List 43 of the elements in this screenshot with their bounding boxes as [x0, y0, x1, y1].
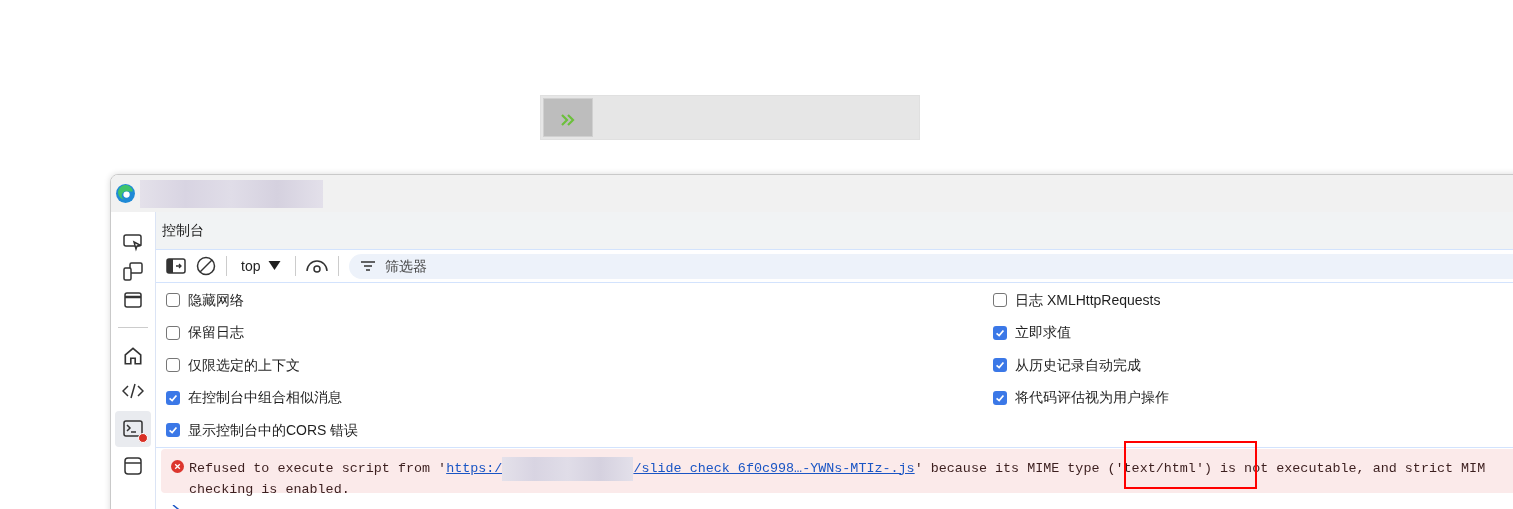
- checkbox[interactable]: [993, 358, 1007, 373]
- sidebar-toggle-icon[interactable]: [166, 258, 186, 274]
- window-icon[interactable]: [123, 290, 143, 310]
- window-icon[interactable]: [123, 456, 143, 476]
- filter-field[interactable]: 筛选器: [349, 253, 1513, 279]
- slider-track[interactable]: [540, 95, 920, 140]
- script-link[interactable]: https:/: [446, 459, 503, 478]
- slider-handle[interactable]: [543, 98, 593, 137]
- caret-icon: [268, 261, 282, 271]
- checkbox-label: 保留日志: [188, 323, 244, 343]
- error-icon: [171, 459, 184, 473]
- checkbox-label: 显示控制台中的CORS 错误: [188, 420, 359, 440]
- device-icon[interactable]: [123, 261, 143, 281]
- terminal-icon: [123, 419, 143, 439]
- checkbox-label: 从历史记录自动完成: [1015, 355, 1141, 375]
- checkbox[interactable]: [166, 423, 180, 438]
- message-text: checking is enabled.: [189, 480, 351, 499]
- checkbox-label: 将代码评估视为用户操作: [1015, 388, 1169, 408]
- context-dropdown[interactable]: top: [237, 255, 286, 277]
- script-link[interactable]: /slide_check_6f0c998…-YWNs-MTIz-.js: [633, 459, 915, 478]
- eye-icon[interactable]: [306, 259, 329, 273]
- checkbox[interactable]: [166, 293, 180, 308]
- console-tab[interactable]: [115, 411, 151, 447]
- checkbox[interactable]: [993, 293, 1007, 308]
- checkbox[interactable]: [993, 325, 1007, 340]
- checkbox[interactable]: [993, 390, 1007, 405]
- filter-icon: [361, 261, 376, 271]
- checkbox-label: 日志 XMLHttpRequests: [1015, 290, 1161, 310]
- clear-icon[interactable]: [196, 256, 216, 276]
- checkbox[interactable]: [166, 358, 180, 373]
- browser-logo-icon: [115, 183, 136, 204]
- checkbox[interactable]: [166, 390, 180, 405]
- checkbox-label: 立即求值: [1015, 323, 1071, 343]
- message-text: Refused to execute script from ': [189, 459, 447, 478]
- double-chevron-icon: [561, 113, 575, 126]
- checkbox-label: 在控制台中组合相似消息: [188, 388, 342, 408]
- inspect-icon[interactable]: [123, 232, 143, 252]
- checkbox[interactable]: [166, 325, 180, 340]
- checkbox-label: 仅限选定的上下文: [188, 355, 300, 375]
- home-icon[interactable]: [122, 345, 144, 367]
- error-badge-icon: [138, 433, 148, 443]
- checkbox-label: 隐藏网络: [188, 290, 244, 310]
- panel-title: 控制台: [162, 221, 204, 240]
